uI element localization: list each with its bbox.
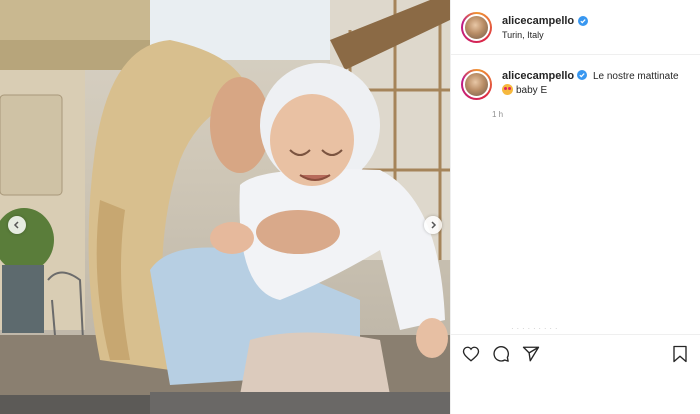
- bookmark-icon: [673, 345, 687, 362]
- faded-comment-text: · · · · · · · · ·: [511, 324, 558, 333]
- chevron-left-icon: [13, 221, 19, 229]
- header-text: alicecampello Turin, Italy: [502, 15, 589, 40]
- verified-badge-icon: [577, 70, 588, 80]
- share-icon: [522, 346, 540, 361]
- instagram-post: alicecampello Turin, Italy alicecampello…: [0, 0, 700, 414]
- avatar[interactable]: [461, 11, 492, 43]
- comment-button[interactable]: [491, 344, 511, 364]
- username-row: alicecampello: [502, 15, 589, 27]
- action-bar: [451, 334, 700, 372]
- photo-scene: [0, 0, 450, 414]
- verified-badge-icon: [578, 15, 589, 26]
- avatar-image: [463, 13, 490, 41]
- chevron-right-icon: [431, 221, 437, 229]
- comment-icon: [493, 345, 509, 362]
- location-link[interactable]: Turin, Italy: [502, 30, 588, 40]
- post-header: alicecampello Turin, Italy: [451, 0, 700, 55]
- caption-avatar-image: [463, 71, 490, 98]
- heart-icon: [462, 346, 480, 362]
- caption-timestamp: 1 h: [492, 110, 504, 119]
- caption-body: alicecampello Le nostre mattinate baby E: [502, 69, 679, 100]
- star-struck-emoji-icon: [502, 84, 513, 95]
- caption-avatar[interactable]: [461, 69, 492, 100]
- post-side-panel: alicecampello Turin, Italy alicecampello…: [450, 0, 700, 414]
- username-link[interactable]: alicecampello: [502, 15, 574, 27]
- save-button[interactable]: [670, 344, 690, 364]
- carousel-prev-button[interactable]: [8, 216, 26, 234]
- share-button[interactable]: [521, 344, 541, 364]
- caption-text: Le nostre mattinate: [592, 71, 679, 82]
- post-photo[interactable]: [0, 0, 450, 414]
- caption: alicecampello Le nostre mattinate baby E: [451, 55, 700, 100]
- like-button[interactable]: [461, 344, 481, 364]
- carousel-next-button[interactable]: [424, 216, 442, 234]
- caption-username-link[interactable]: alicecampello: [502, 70, 574, 82]
- caption-text-2: baby E: [516, 85, 548, 96]
